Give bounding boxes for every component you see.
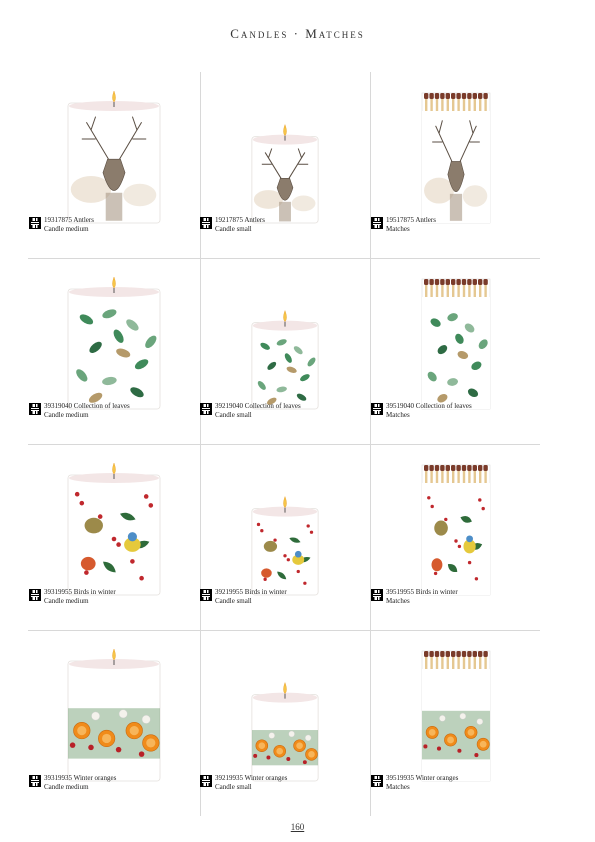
product-code-name: 39519040 Collection of leaves: [386, 402, 472, 410]
qr-code-icon: [29, 775, 41, 787]
page-title: Candles · Matches: [230, 26, 365, 41]
product-caption: 19217875 Antlers Candle small: [200, 216, 370, 240]
product-card: 39219935 Winter oranges Candle small: [200, 636, 370, 822]
product-code-name: 19517875 Antlers: [386, 216, 436, 224]
product-code-name: 39519935 Winter oranges: [386, 774, 459, 782]
product-caption: 39519955 Birds in winter Matches: [371, 588, 541, 612]
caption-text: 19317875 Antlers Candle medium: [44, 216, 94, 233]
candle-image: [67, 648, 161, 782]
candle-image: [251, 310, 319, 410]
qr-code-icon: [371, 217, 383, 229]
product-image: [67, 648, 161, 782]
product-code-name: 19217875 Antlers: [215, 216, 265, 224]
product-image: [251, 496, 319, 596]
product-card: 39319040 Collection of leaves Candle medi…: [29, 264, 199, 450]
product-caption: 39519040 Collection of leaves Matches: [371, 402, 541, 426]
product-image: [251, 682, 319, 782]
caption-text: 39319935 Winter oranges Candle medium: [44, 774, 116, 791]
product-code-name: 39319040 Collection of leaves: [44, 402, 130, 410]
product-image: [251, 124, 319, 224]
product-card: 39219040 Collection of leaves Candle smal…: [200, 264, 370, 450]
product-card: 19317875 Antlers Candle medium: [29, 78, 199, 264]
product-card: 39519955 Birds in winter Matches: [371, 450, 541, 636]
product-type: Matches: [386, 782, 410, 791]
product-type: Candle medium: [44, 782, 89, 791]
product-code-name: 39319935 Winter oranges: [44, 774, 117, 782]
product-caption: 39219935 Winter oranges Candle small: [200, 774, 370, 798]
product-caption: 19317875 Antlers Candle medium: [29, 216, 199, 240]
product-type: Candle small: [215, 224, 252, 233]
matchbox-image: [421, 278, 491, 410]
caption-text: 39219935 Winter oranges Candle small: [215, 774, 287, 791]
product-code-name: 39219040 Collection of leaves: [215, 402, 301, 410]
product-type: Candle medium: [44, 224, 89, 233]
candle-image: [67, 462, 161, 596]
qr-code-icon: [371, 403, 383, 415]
product-type: Candle small: [215, 410, 252, 419]
qr-code-icon: [200, 589, 212, 601]
product-image: [421, 278, 491, 410]
product-card: 19217875 Antlers Candle small: [200, 78, 370, 264]
caption-text: 39219955 Birds in winter Candle small: [215, 588, 287, 605]
qr-code-icon: [200, 217, 212, 229]
product-type: Candle medium: [44, 410, 89, 419]
product-caption: 39219040 Collection of leaves Candle smal…: [200, 402, 370, 426]
product-code-name: 39519955 Birds in winter: [386, 588, 458, 596]
product-caption: 39519935 Winter oranges Matches: [371, 774, 541, 798]
product-type: Matches: [386, 410, 410, 419]
product-caption: 39319935 Winter oranges Candle medium: [29, 774, 199, 798]
product-image: [67, 462, 161, 596]
product-caption: 39319955 Birds in winter Candle medium: [29, 588, 199, 612]
caption-text: 19517875 Antlers Matches: [386, 216, 436, 233]
page-number: 160: [290, 822, 305, 832]
product-card: 39519040 Collection of leaves Matches: [371, 264, 541, 450]
qr-code-icon: [29, 403, 41, 415]
candle-image: [67, 276, 161, 410]
product-caption: 19517875 Antlers Matches: [371, 216, 541, 240]
candle-image: [251, 496, 319, 596]
caption-text: 39519040 Collection of leaves Matches: [386, 402, 472, 419]
caption-text: 39319955 Birds in winter Candle medium: [44, 588, 116, 605]
product-image: [67, 90, 161, 224]
product-image: [421, 464, 491, 596]
qr-code-icon: [371, 775, 383, 787]
matchbox-image: [421, 650, 491, 782]
product-code-name: 39219955 Birds in winter: [215, 588, 287, 596]
qr-code-icon: [29, 217, 41, 229]
matchbox-image: [421, 464, 491, 596]
candle-image: [67, 90, 161, 224]
product-type: Candle small: [215, 782, 252, 791]
candle-image: [251, 124, 319, 224]
product-card: 39519935 Winter oranges Matches: [371, 636, 541, 822]
product-code-name: 39219935 Winter oranges: [215, 774, 288, 782]
product-image: [67, 276, 161, 410]
qr-code-icon: [29, 589, 41, 601]
caption-text: 39219040 Collection of leaves Candle smal…: [215, 402, 301, 419]
product-type: Candle medium: [44, 596, 89, 605]
product-card: 19517875 Antlers Matches: [371, 78, 541, 264]
product-type: Candle small: [215, 596, 252, 605]
product-code-name: 39319955 Birds in winter: [44, 588, 116, 596]
product-caption: 39219955 Birds in winter Candle small: [200, 588, 370, 612]
qr-code-icon: [200, 403, 212, 415]
product-code-name: 19317875 Antlers: [44, 216, 94, 224]
candle-image: [251, 682, 319, 782]
product-caption: 39319040 Collection of leaves Candle medi…: [29, 402, 199, 426]
qr-code-icon: [200, 775, 212, 787]
product-image: [421, 92, 491, 224]
product-type: Matches: [386, 596, 410, 605]
product-card: 39219955 Birds in winter Candle small: [200, 450, 370, 636]
qr-code-icon: [371, 589, 383, 601]
product-card: 39319955 Birds in winter Candle medium: [29, 450, 199, 636]
caption-text: 39519955 Birds in winter Matches: [386, 588, 458, 605]
product-image: [421, 650, 491, 782]
product-card: 39319935 Winter oranges Candle medium: [29, 636, 199, 822]
caption-text: 39519935 Winter oranges Matches: [386, 774, 458, 791]
caption-text: 19217875 Antlers Candle small: [215, 216, 265, 233]
matchbox-image: [421, 92, 491, 224]
caption-text: 39319040 Collection of leaves Candle medi…: [44, 402, 130, 419]
product-grid: 19317875 Antlers Candle medium 19217875 An…: [28, 72, 540, 816]
product-type: Matches: [386, 224, 410, 233]
product-image: [251, 310, 319, 410]
